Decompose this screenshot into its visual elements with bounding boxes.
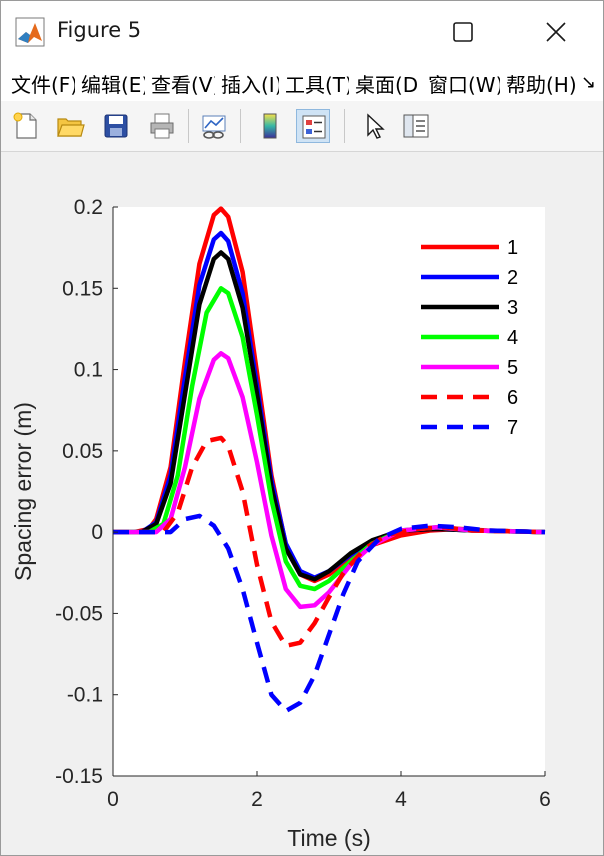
- close-button[interactable]: [521, 1, 591, 63]
- y-tick-label: 0.05: [62, 440, 103, 463]
- y-tick-label: -0.05: [55, 602, 103, 625]
- save-icon: [104, 114, 128, 138]
- menu-file[interactable]: 文件(F): [11, 69, 75, 98]
- legend-label-4: 4: [507, 327, 518, 349]
- x-tick-label: 6: [539, 788, 551, 811]
- menu-tools[interactable]: 工具(T): [285, 69, 349, 98]
- close-icon: [546, 22, 566, 42]
- menu-bar: 文件(F) 编辑(E) 查看(V) 插入(I) 工具(T) 桌面(D) 窗口(W…: [1, 63, 603, 101]
- y-tick-label: 0.1: [74, 359, 103, 382]
- x-tick-label: 4: [395, 788, 407, 811]
- save-button[interactable]: [99, 109, 133, 143]
- menu-edit[interactable]: 编辑(E): [81, 69, 145, 98]
- toolbar-separator: [188, 109, 189, 143]
- colorbar-icon: [263, 113, 277, 139]
- x-axis-title: Time (s): [287, 825, 370, 851]
- link-plot-icon: [202, 115, 226, 139]
- print-button[interactable]: [145, 109, 179, 143]
- legend-label-7: 7: [507, 417, 518, 439]
- y-tick-label: -0.15: [55, 765, 103, 788]
- legend-label-2: 2: [507, 267, 518, 289]
- y-tick-label: -0.1: [67, 684, 103, 707]
- property-inspector-icon: [403, 114, 429, 138]
- matlab-logo-icon: [15, 17, 45, 47]
- maximize-icon: [453, 22, 473, 42]
- menu-overflow-icon[interactable]: ↘: [581, 72, 596, 93]
- window-title: Figure 5: [57, 18, 142, 42]
- legend-label-6: 6: [507, 387, 518, 409]
- title-bar: Figure 5: [1, 1, 603, 63]
- pointer-icon: [367, 113, 385, 139]
- y-axis-title: Spacing error (m): [10, 402, 36, 581]
- menu-window[interactable]: 窗口(W): [428, 69, 500, 98]
- legend-label-3: 3: [507, 297, 518, 319]
- toolbar-separator: [344, 109, 345, 143]
- y-tick-label: 0.2: [74, 196, 103, 219]
- menu-insert[interactable]: 插入(I): [221, 69, 279, 98]
- legend-button[interactable]: [296, 109, 330, 143]
- property-inspector-button[interactable]: [399, 109, 433, 143]
- x-tick-label: 0: [107, 788, 119, 811]
- maximize-button[interactable]: [428, 1, 498, 63]
- legend-label-1: 1: [507, 237, 518, 259]
- y-tick-label: 0.15: [62, 277, 103, 300]
- x-tick-label: 2: [251, 788, 263, 811]
- new-figure-button[interactable]: [9, 109, 43, 143]
- pointer-button[interactable]: [357, 109, 391, 143]
- legend-icon: [302, 115, 326, 139]
- toolbar-separator: [240, 109, 241, 143]
- new-figure-icon: [13, 112, 37, 139]
- colorbar-button[interactable]: [253, 109, 287, 143]
- y-tick-label: 0: [91, 521, 103, 544]
- open-file-icon: [57, 118, 85, 137]
- print-icon: [150, 113, 174, 139]
- figure-window: Figure 5 文件(F) 编辑(E) 查看(V) 插入(I) 工具(T) 桌…: [0, 0, 604, 856]
- menu-view[interactable]: 查看(V): [151, 69, 215, 98]
- toolbar: [1, 101, 603, 152]
- link-plot-button[interactable]: [197, 109, 231, 143]
- open-file-button[interactable]: [53, 109, 87, 143]
- menu-desktop[interactable]: 桌面(D): [355, 69, 419, 98]
- menu-help[interactable]: 帮助(H): [506, 69, 576, 98]
- figure-canvas: 0 2 4 6 -0.15 -0.1 -0.05 0 0.05 0.1 0.15 0.2 Time (s…: [1, 152, 603, 855]
- line-chart: 0 2 4 6 -0.15 -0.1 -0.05 0 0.05 0.1 0.15 0.2 Time (s…: [10, 196, 551, 851]
- legend-label-5: 5: [507, 357, 518, 379]
